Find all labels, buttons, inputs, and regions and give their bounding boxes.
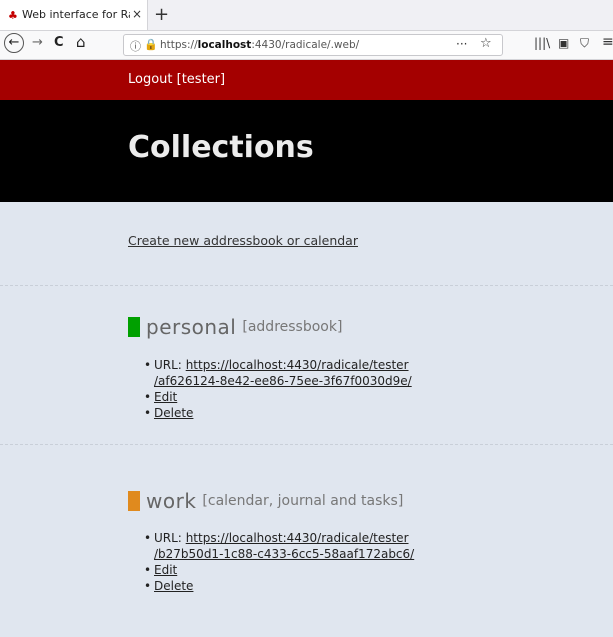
lock-icon[interactable]: 🔒 [144, 38, 158, 51]
shield-icon[interactable]: ⛉ [580, 36, 589, 51]
delete-link[interactable]: Delete [154, 579, 193, 593]
color-swatch [128, 317, 140, 337]
url-label: URL: [154, 358, 182, 372]
bookmark-star-icon[interactable]: ☆ [480, 36, 492, 51]
forward-button[interactable]: → [32, 35, 43, 50]
delete-link[interactable]: Delete [154, 406, 193, 420]
radicale-favicon-icon: ♣ [8, 9, 18, 22]
new-tab-button[interactable]: + [154, 4, 169, 25]
collection-name: work [146, 489, 197, 513]
url-label: URL: [154, 531, 182, 545]
menu-icon[interactable]: ≡ [602, 34, 613, 50]
logout-link[interactable]: Logout [tester] [128, 72, 225, 87]
collection-properties: URL: https://localhost:4430/radicale/tes… [144, 357, 412, 421]
collections-content: Create new addressbook or calendar perso… [0, 202, 613, 637]
tab-title: Web interface for Radica [22, 8, 130, 21]
collection-name: personal [146, 315, 237, 339]
tab-close-icon[interactable]: × [132, 7, 142, 21]
url-item: URL: https://localhost:4430/radicale/tes… [144, 530, 414, 562]
edit-item: Edit [144, 389, 412, 405]
collection-properties: URL: https://localhost:4430/radicale/tes… [144, 530, 414, 594]
hero-banner: Collections [0, 100, 613, 202]
page-actions-icon[interactable]: ··· [456, 37, 467, 51]
edit-item: Edit [144, 562, 414, 578]
sidebar-icon[interactable]: ▣ [558, 36, 569, 50]
edit-link[interactable]: Edit [154, 563, 177, 577]
collection-url-link-cont[interactable]: /b27b50d1-1c88-c433-6cc5-58aaf172abc6/ [154, 547, 414, 561]
info-icon[interactable]: ⓘ [130, 38, 141, 54]
tab-bar: ♣ Web interface for Radica × + [0, 0, 613, 31]
create-collection-link[interactable]: Create new addressbook or calendar [128, 233, 358, 248]
url-bar[interactable]: ⓘ 🔒 https://localhost:4430/radicale/.web… [123, 34, 503, 56]
library-icon[interactable]: |||\ [534, 36, 550, 50]
edit-link[interactable]: Edit [154, 390, 177, 404]
collection-url-link[interactable]: https://localhost:4430/radicale/tester [186, 531, 409, 545]
color-swatch [128, 491, 140, 511]
page-title: Collections [128, 130, 314, 165]
collection-type: [calendar, journal and tasks] [202, 493, 404, 509]
url-item: URL: https://localhost:4430/radicale/tes… [144, 357, 412, 389]
collection-title: work [calendar, journal and tasks] [128, 489, 403, 513]
collection-type: [addressbook] [242, 319, 343, 335]
collection-title: personal [addressbook] [128, 315, 342, 339]
browser-tab[interactable]: ♣ Web interface for Radica × [0, 0, 148, 30]
reload-button[interactable]: C [54, 35, 64, 50]
delete-item: Delete [144, 405, 412, 421]
collection-url-link-cont[interactable]: /af626124-8e42-ee86-75ee-3f67f0030d9e/ [154, 374, 412, 388]
top-bar: Logout [tester] [0, 60, 613, 100]
navigation-bar: ← → C ⌂ ⓘ 🔒 https://localhost:4430/radic… [0, 31, 613, 60]
back-button[interactable]: ← [4, 33, 24, 53]
home-button[interactable]: ⌂ [76, 33, 86, 51]
divider [0, 285, 613, 286]
delete-item: Delete [144, 578, 414, 594]
collection-url-link[interactable]: https://localhost:4430/radicale/tester [186, 358, 409, 372]
url-text[interactable]: https://localhost:4430/radicale/.web/ [160, 39, 359, 51]
divider [0, 444, 613, 445]
